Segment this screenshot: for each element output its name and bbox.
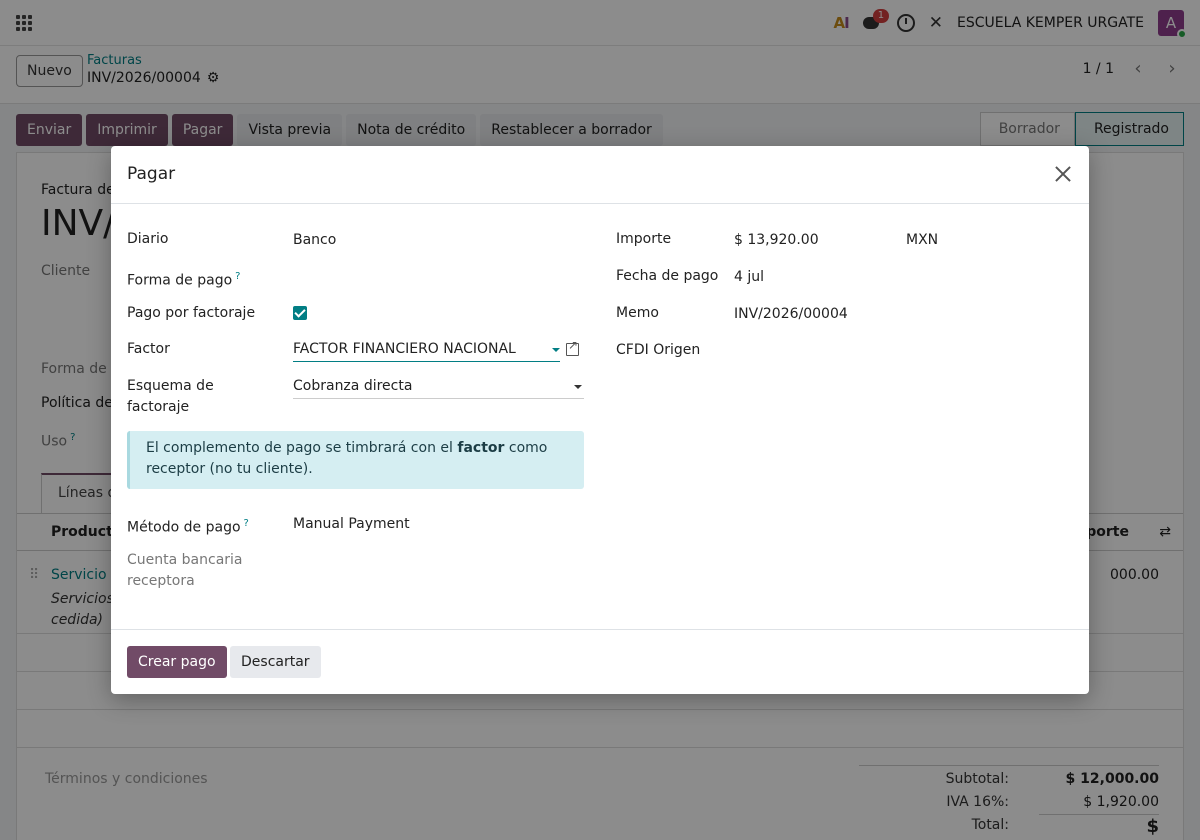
dialog-footer: Crear pago Descartar [111,629,1089,694]
memo-field[interactable]: INV/2026/00004 [734,304,848,325]
amount-label: Importe [616,231,672,247]
memo-label: Memo [616,305,659,321]
factoring-scheme-select[interactable]: Cobranza directa [293,375,584,399]
factoring-checkbox[interactable] [293,306,307,320]
close-icon[interactable] [1051,162,1075,186]
factor-value: FACTOR FINANCIERO NACIONAL [293,341,516,357]
external-link-icon[interactable] [566,338,579,356]
cfdi-origin-field[interactable] [734,340,1034,361]
journal-label: Diario [127,231,169,247]
chevron-down-icon [552,348,560,352]
payment-form-label: Forma de pago? [127,271,241,289]
discard-button[interactable]: Descartar [230,646,321,678]
factoring-scheme-label: Esquema de factoraje [127,378,214,415]
payment-date-field[interactable]: 4 jul [734,267,764,288]
recipient-bank-account-label: Cuenta bancaria receptora [127,552,243,589]
payment-dialog: Pagar Diario Banco Forma de pago? Pago p… [111,146,1089,694]
create-payment-button[interactable]: Crear pago [127,646,227,678]
info-alert: El complemento de pago se timbrará con e… [127,431,584,489]
payment-date-label: Fecha de pago [616,268,719,284]
payment-method-label: Método de pago? [127,518,249,536]
chevron-down-icon [574,385,582,389]
amount-field[interactable]: $ 13,920.00 [734,230,819,251]
factoring-payment-label: Pago por factoraje [127,305,256,321]
currency-field[interactable]: MXN [906,230,938,251]
cfdi-origin-label: CFDI Origen [616,342,701,358]
factoring-scheme-value: Cobranza directa [293,378,413,394]
factor-select[interactable]: FACTOR FINANCIERO NACIONAL [293,338,560,362]
dialog-title: Pagar [127,164,176,184]
factor-label: Factor [127,341,170,357]
journal-field[interactable]: Banco [293,230,336,251]
payment-method-field[interactable]: Manual Payment [293,514,410,535]
payment-form-field[interactable] [293,266,583,287]
dialog-header: Pagar [111,146,1089,204]
help-icon: ? [235,271,241,282]
help-icon: ? [243,518,249,529]
